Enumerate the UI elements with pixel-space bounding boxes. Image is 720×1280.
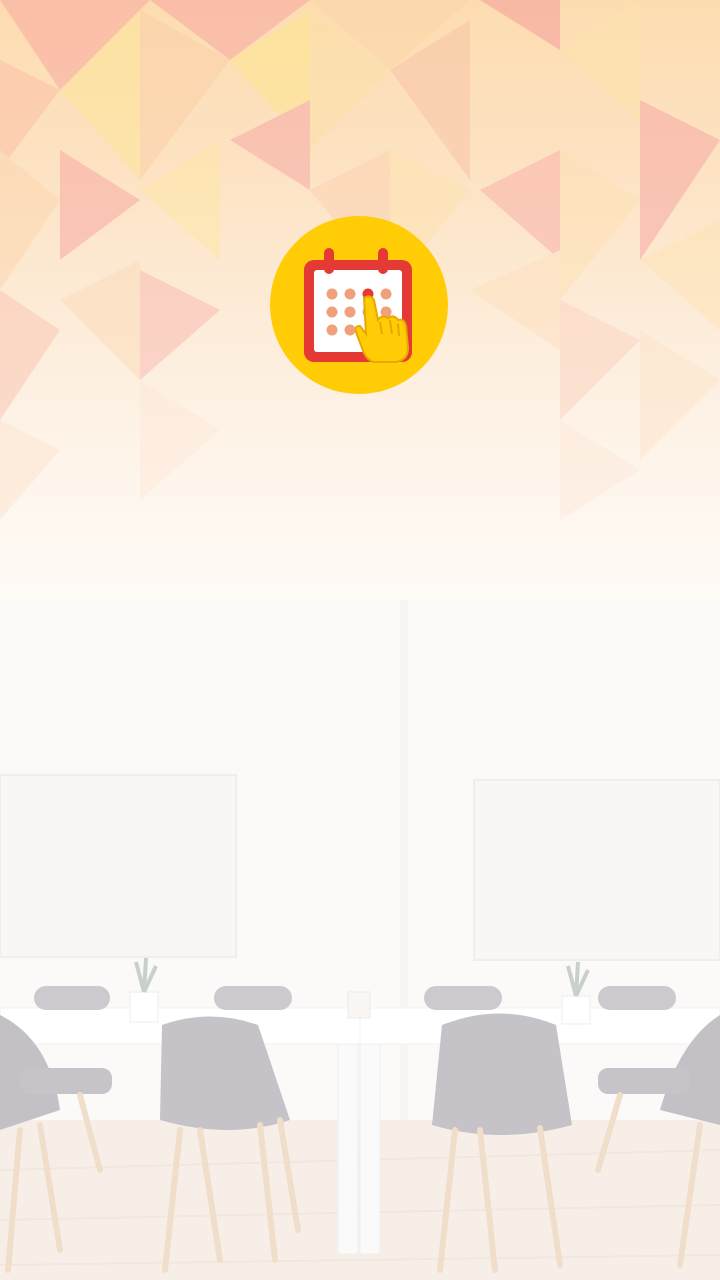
splash-screen — [0, 0, 720, 1280]
calendar-tap-icon — [304, 248, 412, 363]
app-logo — [270, 216, 448, 394]
classroom-photo — [0, 600, 720, 1280]
